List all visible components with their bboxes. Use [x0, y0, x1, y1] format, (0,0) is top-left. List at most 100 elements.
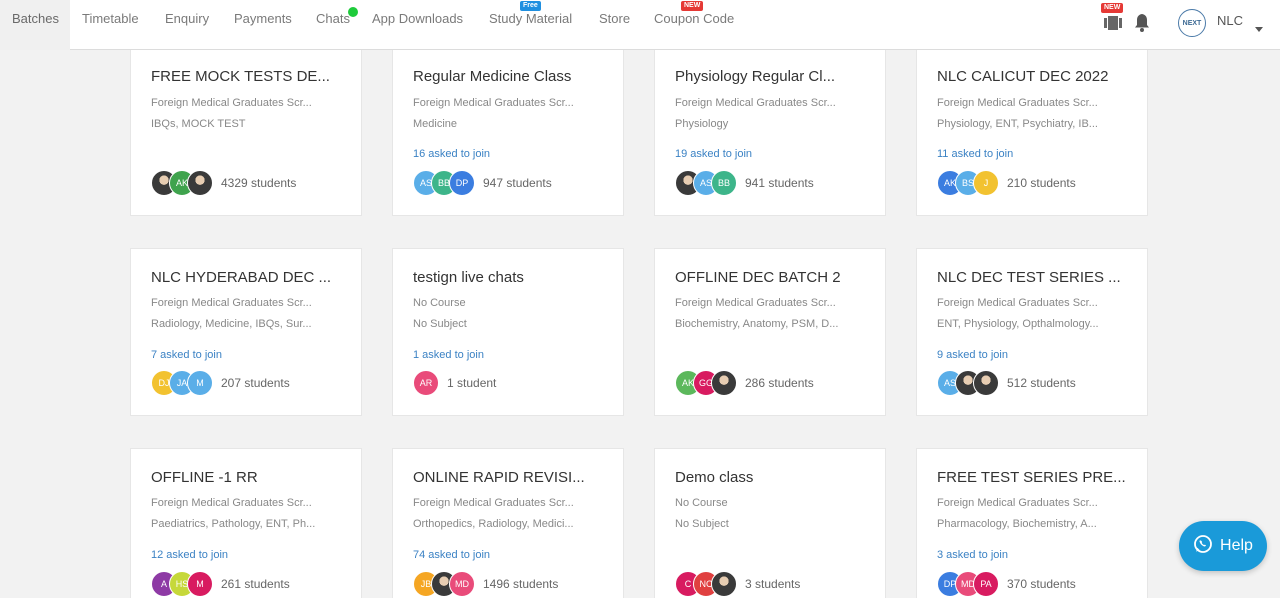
- member-avatars: C NC 3 students: [675, 571, 800, 597]
- avatar: M: [187, 571, 213, 597]
- batch-course: Foreign Medical Graduates Scr...: [413, 497, 574, 509]
- nav-enquiry[interactable]: Enquiry: [165, 0, 209, 50]
- batch-course: Foreign Medical Graduates Scr...: [675, 97, 836, 109]
- asked-to-join-link[interactable]: 1 asked to join: [413, 349, 484, 361]
- batch-card[interactable]: FREE MOCK TESTS DE... Foreign Medical Gra…: [130, 46, 362, 216]
- chats-online-dot: [348, 7, 358, 17]
- avatar: AR: [413, 370, 439, 396]
- asked-to-join-link[interactable]: 74 asked to join: [413, 549, 490, 561]
- member-avatars: A HS M 261 students: [151, 571, 290, 597]
- asked-to-join-link[interactable]: 19 asked to join: [675, 148, 752, 160]
- student-count: 261 students: [221, 577, 290, 591]
- student-count: 3 students: [745, 577, 801, 591]
- caret-down-icon[interactable]: [1255, 19, 1263, 37]
- avatar: PA: [973, 571, 999, 597]
- avatar: J: [973, 170, 999, 196]
- student-count: 1496 students: [483, 577, 559, 591]
- avatar: BB: [711, 170, 737, 196]
- batch-title: NLC DEC TEST SERIES ...: [937, 269, 1121, 286]
- batch-title: Demo class: [675, 469, 754, 486]
- member-avatars: AR 1 student: [413, 370, 496, 396]
- avatar: [973, 370, 999, 396]
- batch-subjects: Physiology: [675, 118, 729, 130]
- batch-course: Foreign Medical Graduates Scr...: [151, 97, 312, 109]
- member-avatars: AK GG 286 students: [675, 370, 814, 396]
- avatar: M: [187, 370, 213, 396]
- asked-to-join-link[interactable]: 11 asked to join: [937, 148, 1013, 160]
- batch-card[interactable]: NLC HYDERABAD DEC ... Foreign Medical Gra…: [130, 248, 362, 416]
- batch-card[interactable]: NLC DEC TEST SERIES ... Foreign Medical G…: [916, 248, 1148, 416]
- asked-to-join-link[interactable]: 7 asked to join: [151, 349, 222, 361]
- batch-course: Foreign Medical Graduates Scr...: [937, 97, 1098, 109]
- member-avatars: AK 4329 students: [151, 170, 296, 196]
- batch-title: NLC HYDERABAD DEC ...: [151, 269, 332, 286]
- batch-title: Physiology Regular Cl...: [675, 68, 836, 85]
- batch-course: Foreign Medical Graduates Scr...: [675, 297, 836, 309]
- student-count: 210 students: [1007, 176, 1076, 190]
- batch-title: OFFLINE -1 RR: [151, 469, 258, 486]
- batch-card[interactable]: Demo class No Course No Subject C NC 3 studen…: [654, 448, 886, 598]
- batch-subjects: Medicine: [413, 118, 458, 130]
- member-avatars: AS 512 students: [937, 370, 1076, 396]
- batch-course: Foreign Medical Graduates Scr...: [151, 297, 312, 309]
- batch-card[interactable]: testign live chats No Course No Subject 1 a…: [392, 248, 624, 416]
- student-count: 1 student: [447, 376, 497, 390]
- help-label: Help: [1220, 537, 1253, 554]
- student-count: 512 students: [1007, 376, 1076, 390]
- batch-subjects: Biochemistry, Anatomy, PSM, D...: [675, 318, 839, 330]
- student-count: 207 students: [221, 376, 290, 390]
- avatar: [711, 370, 737, 396]
- batch-subjects: ENT, Physiology, Opthalmology...: [937, 318, 1099, 330]
- nav-store[interactable]: Store: [599, 0, 630, 50]
- bell-icon[interactable]: [1132, 3, 1152, 43]
- batch-course: No Course: [413, 297, 466, 309]
- nav-study-material[interactable]: Study Material: [489, 0, 572, 50]
- org-name[interactable]: NLC: [1217, 13, 1243, 28]
- whatsapp-icon: [1193, 534, 1213, 559]
- batch-card[interactable]: OFFLINE DEC BATCH 2 Foreign Medical Gradu…: [654, 248, 886, 416]
- member-avatars: JB MD 1496 students: [413, 571, 558, 597]
- batch-title: NLC CALICUT DEC 2022: [937, 68, 1109, 85]
- batch-card[interactable]: NLC CALICUT DEC 2022 Foreign Medical Grad…: [916, 46, 1148, 216]
- nav-payments[interactable]: Payments: [234, 0, 292, 50]
- nav-app-downloads[interactable]: App Downloads: [372, 0, 463, 50]
- member-avatars: AS BB DP 947 students: [413, 170, 552, 196]
- member-avatars: AK BS J 210 students: [937, 170, 1076, 196]
- batch-course: No Course: [675, 497, 728, 509]
- batch-card[interactable]: Physiology Regular Cl... Foreign Medical …: [654, 46, 886, 216]
- batch-subjects: Orthopedics, Radiology, Medici...: [413, 518, 574, 530]
- nav-chats[interactable]: Chats: [316, 0, 350, 50]
- help-button[interactable]: Help: [1179, 521, 1267, 571]
- batch-card[interactable]: FREE TEST SERIES PRE... Foreign Medical G…: [916, 448, 1148, 598]
- batch-course: Foreign Medical Graduates Scr...: [937, 297, 1098, 309]
- batch-subjects: Paediatrics, Pathology, ENT, Ph...: [151, 518, 316, 530]
- avatar: MD: [449, 571, 475, 597]
- batch-subjects: Physiology, ENT, Psychiatry, IB...: [937, 118, 1098, 130]
- nav-coupon-code[interactable]: Coupon Code: [654, 0, 734, 50]
- batch-card[interactable]: ONLINE RAPID REVISI... Foreign Medical Gr…: [392, 448, 624, 598]
- batch-course: Foreign Medical Graduates Scr...: [937, 497, 1098, 509]
- batch-course: Foreign Medical Graduates Scr...: [151, 497, 312, 509]
- batch-title: Regular Medicine Class: [413, 68, 572, 85]
- asked-to-join-link[interactable]: 12 asked to join: [151, 549, 228, 561]
- batch-subjects: No Subject: [413, 318, 467, 330]
- batch-title: OFFLINE DEC BATCH 2: [675, 269, 841, 286]
- batch-card[interactable]: OFFLINE -1 RR Foreign Medical Graduates S…: [130, 448, 362, 598]
- video-library-icon[interactable]: [1103, 3, 1123, 43]
- asked-to-join-link[interactable]: 3 asked to join: [937, 549, 1008, 561]
- top-navbar: Batches Timetable Enquiry Payments Chats…: [0, 0, 1280, 50]
- batch-subjects: IBQs, MOCK TEST: [151, 118, 246, 130]
- student-count: 941 students: [745, 176, 814, 190]
- asked-to-join-link[interactable]: 16 asked to join: [413, 148, 490, 160]
- batch-card[interactable]: Regular Medicine Class Foreign Medical Gr…: [392, 46, 624, 216]
- org-logo[interactable]: NEXT: [1178, 9, 1206, 37]
- nav-batches[interactable]: Batches: [0, 0, 70, 50]
- batch-subjects: No Subject: [675, 518, 729, 530]
- org-logo-text: NEXT: [1182, 19, 1202, 27]
- asked-to-join-link[interactable]: 9 asked to join: [937, 349, 1008, 361]
- batch-course: Foreign Medical Graduates Scr...: [413, 97, 574, 109]
- nav-timetable[interactable]: Timetable: [82, 0, 139, 50]
- avatar: DP: [449, 170, 475, 196]
- batch-title: testign live chats: [413, 269, 524, 286]
- student-count: 286 students: [745, 376, 814, 390]
